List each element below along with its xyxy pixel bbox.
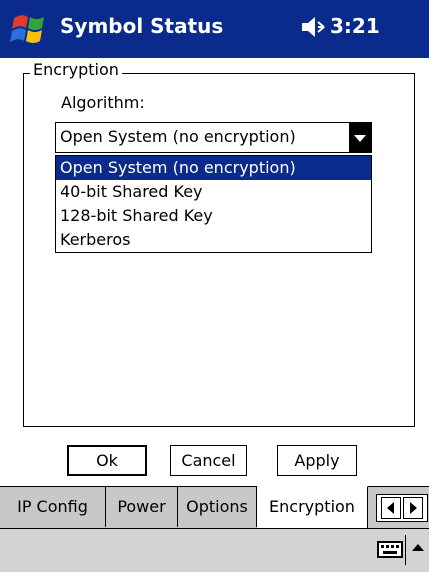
sip-divider	[405, 535, 406, 565]
tab-scroll-control	[376, 494, 428, 522]
window-title: Symbol Status	[60, 14, 224, 38]
algorithm-option-kerberos[interactable]: Kerberos	[56, 228, 371, 252]
encryption-group-label: Encryption	[30, 60, 122, 79]
cancel-button[interactable]: Cancel	[170, 445, 247, 476]
chevron-down-icon[interactable]	[349, 123, 371, 152]
tab-ip-config[interactable]: IP Config	[0, 487, 106, 527]
speaker-icon[interactable]	[300, 14, 326, 40]
menu-bar	[0, 528, 429, 572]
windows-flag-icon[interactable]	[8, 8, 52, 52]
apply-button[interactable]: Apply	[277, 445, 357, 476]
algorithm-options-list: Open System (no encryption) 40-bit Share…	[55, 155, 372, 253]
algorithm-option-40-bit[interactable]: 40-bit Shared Key	[56, 180, 371, 204]
chevron-right-icon[interactable]	[403, 497, 423, 519]
keyboard-icon[interactable]	[377, 539, 403, 559]
tab-bar: IP Config Power Options Encryption	[0, 486, 429, 529]
clock[interactable]: 3:21	[330, 14, 380, 38]
sip-up-arrow-icon[interactable]	[412, 544, 424, 551]
tab-options[interactable]: Options	[178, 487, 257, 527]
ok-button[interactable]: Ok	[67, 445, 147, 476]
algorithm-option-128-bit[interactable]: 128-bit Shared Key	[56, 204, 371, 228]
chevron-left-icon[interactable]	[381, 497, 401, 519]
algorithm-label: Algorithm:	[61, 93, 145, 112]
tab-power[interactable]: Power	[106, 487, 178, 527]
title-bar: Symbol Status 3:21	[0, 0, 429, 58]
algorithm-option-open-system[interactable]: Open System (no encryption)	[56, 156, 371, 180]
algorithm-dropdown[interactable]: Open System (no encryption)	[55, 122, 372, 153]
algorithm-selected-value: Open System (no encryption)	[60, 127, 296, 146]
tab-encryption[interactable]: Encryption	[257, 486, 368, 529]
